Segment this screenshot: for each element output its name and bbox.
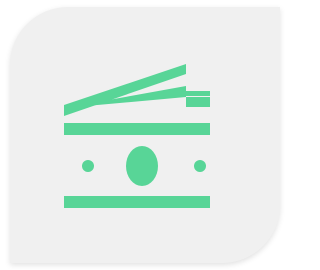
money-icon [0, 0, 270, 270]
bill-left-dot [82, 160, 94, 172]
bill-back-strip [186, 97, 210, 107]
bill-top-bar [64, 123, 210, 135]
bill-right-dot [194, 160, 206, 172]
bill-back-strip-2 [186, 91, 210, 96]
bill-bottom-bar [64, 196, 210, 208]
bill-center-oval [126, 146, 158, 186]
